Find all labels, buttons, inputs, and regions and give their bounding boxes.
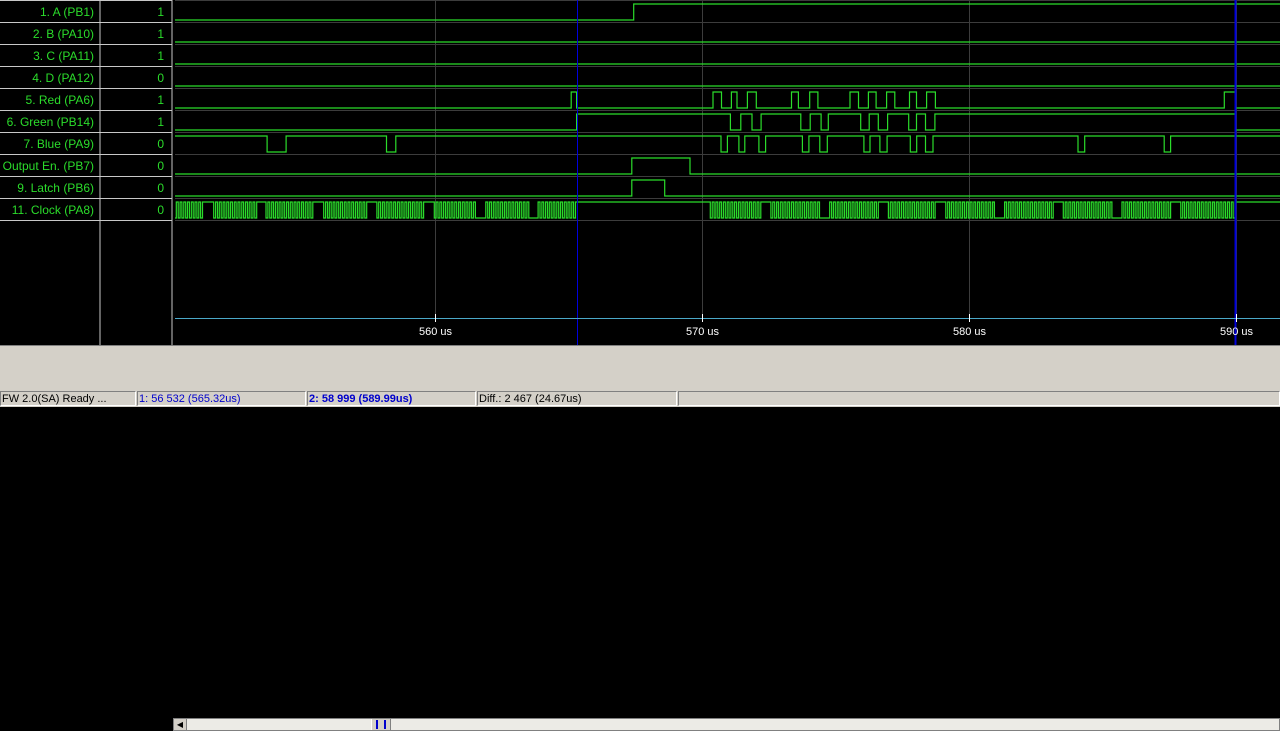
- time-axis-label: 590 us: [1220, 326, 1254, 338]
- channel-value: 1: [157, 115, 164, 129]
- main-cursor-info: Main: 61 994 (619.94us): [174, 698, 294, 710]
- channel-label[interactable]: 5. Red (PA6): [26, 93, 94, 107]
- channel-value: 0: [157, 71, 164, 85]
- status-cursor-1: 1: 56 532 (565.32us): [137, 391, 306, 406]
- status-bar: FW 2.0(SA) Ready ... 1: 56 532 (565.32us…: [0, 390, 1280, 407]
- time-axis-label: 560 us: [419, 326, 453, 338]
- info-panel: Main: 61 994 (619.94us) ◀: [0, 345, 1280, 731]
- waveform-display[interactable]: 1. A (PB1) 2. B (PA10) 3. C (PA11) 4. D (PA…: [0, 0, 1280, 345]
- channel-label[interactable]: 8. Output En. (PB7): [0, 159, 94, 173]
- waveform-background: [0, 0, 1280, 345]
- status-ready: FW 2.0(SA) Ready ...: [0, 391, 136, 406]
- status-diff: Diff.: 2 467 (24.67us): [477, 391, 677, 406]
- channel-value: 1: [157, 49, 164, 63]
- channel-label[interactable]: 3. C (PA11): [33, 49, 94, 63]
- horizontal-scrollbar[interactable]: ◀: [173, 718, 1280, 731]
- channel-value: 0: [157, 159, 164, 173]
- time-axis-label: 570 us: [686, 326, 720, 338]
- channel-label[interactable]: 11. Clock (PA8): [12, 203, 94, 217]
- channel-value: 0: [157, 203, 164, 217]
- cursor-2-marker: [384, 720, 386, 729]
- channel-value: 0: [157, 181, 164, 195]
- channel-value: 1: [157, 93, 164, 107]
- scroll-left-arrow-icon[interactable]: ◀: [174, 719, 187, 730]
- channel-label[interactable]: 6. Green (PB14): [7, 115, 94, 129]
- status-cursor-2: 2: 58 999 (589.99us): [307, 391, 476, 406]
- channel-label[interactable]: 1. A (PB1): [40, 5, 94, 19]
- status-extra: [678, 391, 1280, 406]
- channel-label[interactable]: 4. D (PA12): [32, 71, 94, 85]
- channel-label[interactable]: 9. Latch (PB6): [17, 181, 94, 195]
- channel-label[interactable]: 7. Blue (PA9): [24, 137, 94, 151]
- channel-value: 1: [157, 5, 164, 19]
- cursor-1-marker: [376, 720, 378, 729]
- channel-value: 0: [157, 137, 164, 151]
- channel-value: 1: [157, 27, 164, 41]
- channel-label[interactable]: 2. B (PA10): [33, 27, 94, 41]
- time-axis-label: 580 us: [953, 326, 987, 338]
- scroll-thumb[interactable]: [371, 719, 391, 730]
